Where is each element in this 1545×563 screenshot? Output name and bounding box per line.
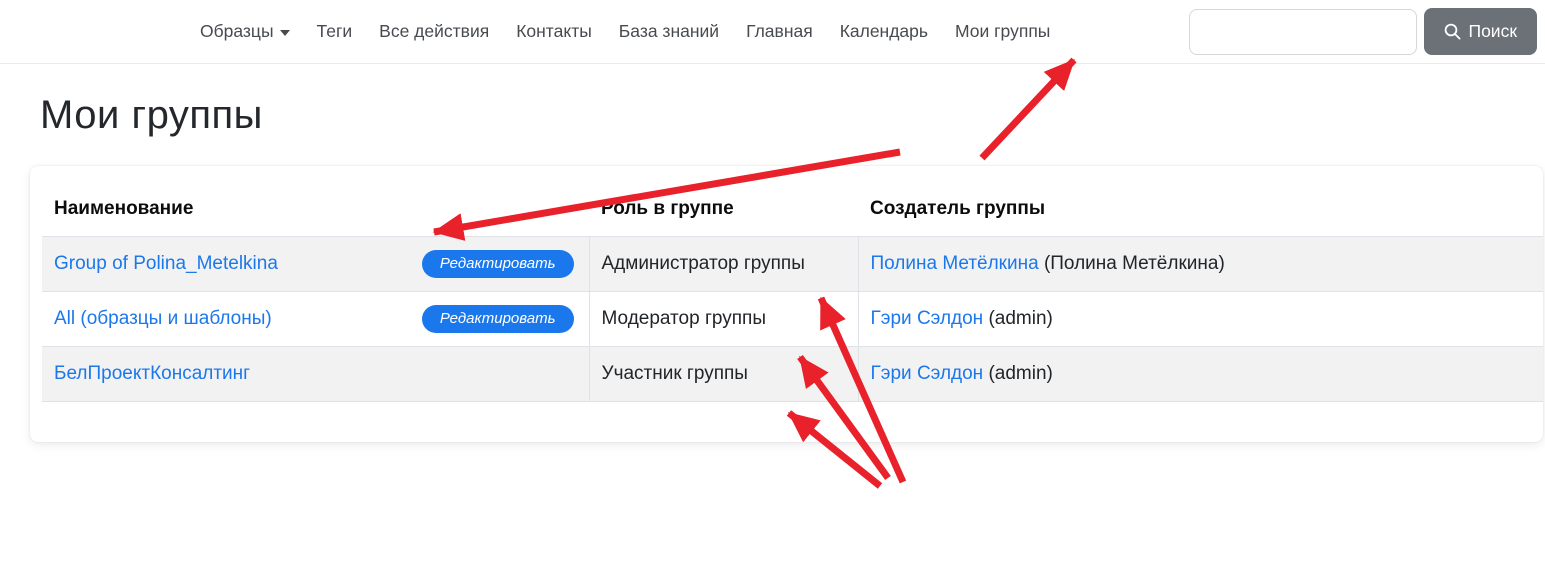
groups-table: Наименование Роль в группе Создатель гру… (42, 178, 1543, 402)
search-button-label: Поиск (1469, 21, 1518, 42)
table-row: All (образцы и шаблоны) Редактировать Мо… (42, 292, 1543, 347)
column-header-role: Роль в группе (589, 178, 858, 237)
group-role-cell: Модератор группы (589, 292, 858, 347)
creator-suffix: (admin) (988, 363, 1052, 384)
groups-card: Наименование Роль в группе Создатель гру… (30, 166, 1543, 442)
page-title: Мои группы (40, 92, 1545, 138)
caret-down-icon (280, 30, 290, 36)
creator-link[interactable]: Полина Метёлкина (871, 253, 1039, 274)
nav-item-vse-deystviya[interactable]: Все действия (379, 21, 489, 42)
search-input[interactable] (1189, 9, 1417, 55)
group-creator-cell: Гэри Сэлдон (admin) (858, 347, 1543, 402)
nav-links: Образцы Теги Все действия Контакты База … (200, 21, 1050, 42)
creator-suffix: (Полина Метёлкина) (1044, 253, 1225, 274)
group-role-cell: Администратор группы (589, 237, 858, 292)
creator-suffix: (admin) (988, 308, 1052, 329)
table-row: БелПроектКонсалтинг Участник группы Гэри… (42, 347, 1543, 402)
group-name-link[interactable]: All (образцы и шаблоны) (54, 308, 272, 330)
search-button[interactable]: Поиск (1424, 8, 1538, 55)
nav-item-label: Образцы (200, 21, 274, 42)
nav-item-tegi[interactable]: Теги (317, 21, 353, 42)
group-name-link[interactable]: БелПроектКонсалтинг (54, 363, 250, 385)
nav-item-kalendar[interactable]: Календарь (840, 21, 928, 42)
edit-group-button[interactable]: Редактировать (422, 250, 574, 278)
search-group: Поиск (1189, 8, 1538, 55)
table-row: Group of Polina_Metelkina Редактировать … (42, 237, 1543, 292)
table-header-row: Наименование Роль в группе Создатель гру… (42, 178, 1543, 237)
creator-link[interactable]: Гэри Сэлдон (871, 308, 984, 329)
group-creator-cell: Гэри Сэлдон (admin) (858, 292, 1543, 347)
nav-item-moi-gruppy[interactable]: Мои группы (955, 21, 1050, 42)
edit-group-button[interactable]: Редактировать (422, 305, 574, 333)
column-header-creator: Создатель группы (858, 178, 1543, 237)
search-icon (1444, 23, 1461, 40)
nav-item-kontakty[interactable]: Контакты (516, 21, 592, 42)
nav-item-baza-znaniy[interactable]: База знаний (619, 21, 719, 42)
creator-link[interactable]: Гэри Сэлдон (871, 363, 984, 384)
nav-item-glavnaya[interactable]: Главная (746, 21, 813, 42)
group-creator-cell: Полина Метёлкина (Полина Метёлкина) (858, 237, 1543, 292)
nav-item-obraztsy[interactable]: Образцы (200, 21, 290, 42)
group-role-cell: Участник группы (589, 347, 858, 402)
top-navbar: Образцы Теги Все действия Контакты База … (0, 0, 1545, 64)
column-header-name: Наименование (42, 178, 589, 237)
group-name-link[interactable]: Group of Polina_Metelkina (54, 253, 278, 275)
